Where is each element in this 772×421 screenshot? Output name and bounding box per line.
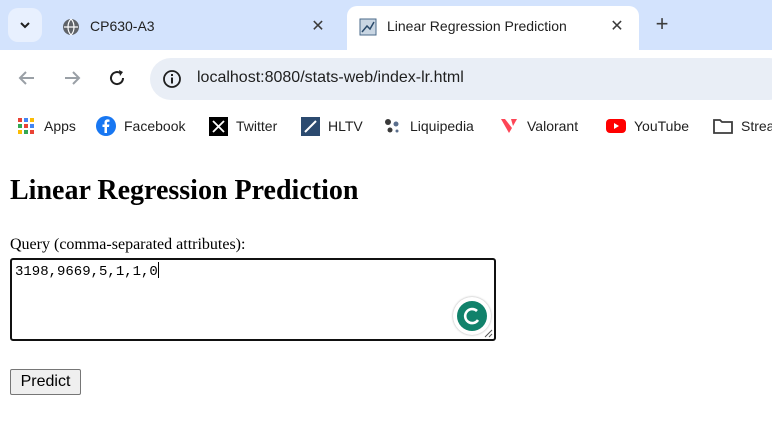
tab-title: CP630-A3 bbox=[90, 18, 155, 34]
bookmark-apps[interactable]: Apps bbox=[16, 115, 76, 137]
tab-cp630[interactable]: CP630-A3 ✕ bbox=[50, 6, 342, 46]
info-icon[interactable] bbox=[162, 69, 182, 89]
text-caret bbox=[157, 262, 159, 278]
globe-icon bbox=[63, 18, 79, 36]
bookmark-hltv[interactable]: HLTV bbox=[300, 115, 363, 137]
bookmark-youtube[interactable]: YouTube bbox=[606, 115, 689, 137]
bookmark-liquipedia[interactable]: Liquipedia bbox=[382, 115, 474, 137]
reload-button[interactable] bbox=[105, 66, 129, 90]
bookmarks-bar: Apps Facebook Twitter HLTV Liquipedia Va… bbox=[0, 106, 772, 144]
bookmark-label: HLTV bbox=[328, 118, 363, 134]
page-title: Linear Regression Prediction bbox=[10, 175, 359, 206]
close-icon[interactable]: ✕ bbox=[607, 16, 627, 36]
youtube-icon bbox=[606, 116, 626, 136]
query-textarea[interactable]: 3198,9669,5,1,1,0 bbox=[10, 258, 496, 341]
back-arrow-icon bbox=[18, 71, 34, 85]
back-button[interactable] bbox=[15, 66, 39, 90]
hltv-icon bbox=[300, 116, 320, 136]
tab-strip: CP630-A3 ✕ Linear Regression Prediction … bbox=[0, 0, 772, 50]
close-icon[interactable]: ✕ bbox=[308, 16, 328, 36]
predict-button[interactable]: Predict bbox=[10, 369, 81, 395]
url-text[interactable]: localhost:8080/stats-web/index-lr.html bbox=[197, 69, 464, 87]
bookmark-valorant[interactable]: Valorant bbox=[499, 115, 578, 137]
bookmark-label: YouTube bbox=[634, 118, 690, 134]
apps-grid-icon bbox=[16, 116, 36, 136]
forward-arrow-icon bbox=[65, 71, 81, 85]
bookmark-label: Liquipedia bbox=[410, 118, 474, 134]
bookmark-label: Facebook bbox=[124, 118, 186, 134]
query-label: Query (comma-separated attributes): bbox=[10, 236, 246, 253]
facebook-icon bbox=[96, 116, 116, 136]
forward-button[interactable] bbox=[60, 66, 84, 90]
new-tab-button[interactable]: + bbox=[650, 11, 674, 36]
bookmark-facebook[interactable]: Facebook bbox=[96, 115, 185, 137]
address-bar[interactable]: localhost:8080/stats-web/index-lr.html bbox=[150, 58, 772, 100]
query-value[interactable]: 3198,9669,5,1,1,0 bbox=[15, 262, 159, 280]
bookmark-twitter[interactable]: Twitter bbox=[208, 115, 277, 137]
chevron-down-icon bbox=[20, 22, 30, 29]
tab-search-button[interactable] bbox=[8, 8, 42, 42]
bookmark-label: Twitter bbox=[236, 118, 278, 134]
folder-icon bbox=[713, 116, 733, 136]
tab-title: Linear Regression Prediction bbox=[387, 18, 567, 34]
bookmark-label: Strea bbox=[741, 118, 772, 134]
reload-icon bbox=[110, 70, 125, 86]
bookmark-label: Valorant bbox=[527, 118, 579, 134]
liquipedia-icon bbox=[382, 116, 402, 136]
page-favicon-icon bbox=[359, 18, 377, 36]
tab-linear-regression[interactable]: Linear Regression Prediction ✕ bbox=[347, 6, 639, 50]
bookmark-folder[interactable]: Strea bbox=[713, 115, 772, 137]
valorant-icon bbox=[499, 116, 519, 136]
bookmark-label: Apps bbox=[44, 118, 76, 134]
x-twitter-icon bbox=[208, 116, 228, 136]
resize-handle-icon[interactable] bbox=[483, 328, 493, 338]
browser-toolbar: localhost:8080/stats-web/index-lr.html bbox=[0, 50, 772, 106]
